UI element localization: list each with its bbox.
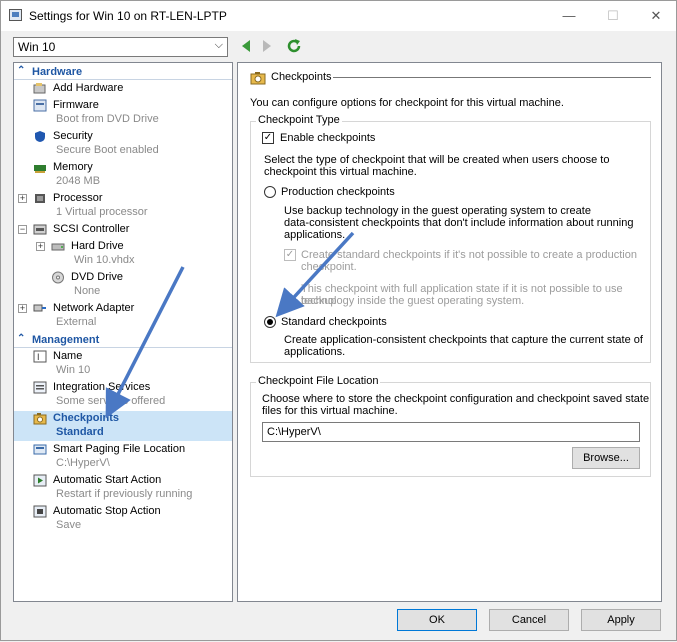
close-button[interactable]: ✕ xyxy=(641,5,671,27)
checkpoint-path-input[interactable]: C:\HyperV\ xyxy=(262,422,640,442)
tree-item-dvd-drive[interactable]: DVD Drive None xyxy=(14,270,232,300)
standard-checkpoints-radio[interactable] xyxy=(264,316,276,328)
vm-selector-value: Win 10 xyxy=(18,40,56,54)
network-adapter-icon xyxy=(33,304,46,312)
checkpoint-file-location-group-label: Checkpoint File Location xyxy=(256,375,381,387)
file-location-description-line-2: files for this virtual machine. xyxy=(262,405,398,417)
standard-checkpoints-description-line-1: Create application-consistent checkpoint… xyxy=(284,334,643,346)
enable-checkpoints-checkbox[interactable]: ✓ xyxy=(262,132,274,144)
window-title: Settings for Win 10 on RT-LEN-LPTP xyxy=(29,9,227,23)
management-section-header[interactable]: ⌃ Management xyxy=(14,333,232,348)
expand-icon[interactable]: + xyxy=(36,242,45,251)
checkpoints-settings-panel: Checkpoints You can configure options fo… xyxy=(237,62,662,602)
expand-icon[interactable]: + xyxy=(18,304,27,313)
panel-intro-text: You can configure options for checkpoint… xyxy=(250,97,564,109)
tree-item-checkpoints[interactable]: Checkpoints Standard xyxy=(14,411,232,441)
settings-window: Settings for Win 10 on RT-LEN-LPTP — ☐ ✕… xyxy=(0,0,677,641)
hard-drive-icon xyxy=(51,243,65,251)
tree-item-automatic-stop-action[interactable]: Automatic Stop Action Save xyxy=(14,504,232,534)
tree-item-hard-drive[interactable]: + Hard Drive Win 10.vhdx xyxy=(14,239,232,269)
fallback-standard-label-line-2: checkpoint. xyxy=(301,261,357,273)
tree-item-name[interactable]: I Name Win 10 xyxy=(14,349,232,379)
back-arrow-icon[interactable] xyxy=(238,38,254,54)
checkpoint-type-instructions-line-2: checkpoint this virtual machine. xyxy=(264,166,417,178)
fallback-standard-checkbox[interactable]: ✓ xyxy=(284,249,296,261)
ok-button[interactable]: OK xyxy=(397,609,477,631)
tree-item-integration-services[interactable]: Integration Services Some services offer… xyxy=(14,380,232,410)
svg-text:I: I xyxy=(37,352,40,362)
checkpoint-camera-icon xyxy=(33,413,47,425)
production-checkpoints-description-line-1: Use backup technology in the guest opera… xyxy=(284,205,591,217)
cancel-button[interactable]: Cancel xyxy=(489,609,569,631)
checkpoint-type-instructions-line-1: Select the type of checkpoint that will … xyxy=(264,154,610,166)
title-bar: Settings for Win 10 on RT-LEN-LPTP — ☐ ✕ xyxy=(1,1,676,31)
fallback-standard-note-line-2: technology inside the guest operating sy… xyxy=(301,295,525,307)
panel-title: Checkpoints xyxy=(271,71,332,83)
scsi-controller-icon xyxy=(33,224,47,235)
vm-selector-dropdown[interactable]: Win 10 ⌵ xyxy=(13,37,228,57)
shield-icon xyxy=(35,131,45,142)
fallback-standard-label-line-1: Create standard checkpoints if it's not … xyxy=(301,249,637,261)
tree-item-memory[interactable]: Memory 2048 MB xyxy=(14,160,232,190)
production-checkpoints-description-line-3: applications. xyxy=(284,229,346,241)
production-checkpoints-description-line-2: data-consistent checkpoints that don't i… xyxy=(284,217,634,229)
firmware-icon xyxy=(33,99,47,112)
title-divider xyxy=(333,77,651,78)
tree-item-automatic-start-action[interactable]: Automatic Start Action Restart if previo… xyxy=(14,473,232,503)
maximize-button[interactable]: ☐ xyxy=(598,5,628,27)
tree-item-security[interactable]: Security Secure Boot enabled xyxy=(14,129,232,159)
settings-app-icon xyxy=(9,9,22,21)
smart-paging-icon xyxy=(33,444,47,455)
production-checkpoints-radio[interactable] xyxy=(264,186,276,198)
minimize-button[interactable]: — xyxy=(554,5,584,27)
collapse-chevron-icon: ⌃ xyxy=(17,65,26,76)
standard-checkpoints-label[interactable]: Standard checkpoints xyxy=(281,316,387,328)
tree-item-processor[interactable]: + Processor 1 Virtual processor xyxy=(14,191,232,221)
standard-checkpoints-description-line-2: applications. xyxy=(284,346,346,358)
automatic-start-icon xyxy=(33,474,47,487)
checkpoint-type-group-label: Checkpoint Type xyxy=(256,114,342,126)
integration-services-icon xyxy=(33,381,47,394)
processor-icon xyxy=(35,194,45,203)
settings-tree: ⌃ Hardware Add Hardware Firmware Boot fr… xyxy=(13,62,233,602)
dvd-drive-icon xyxy=(52,271,64,284)
tree-item-firmware[interactable]: Firmware Boot from DVD Drive xyxy=(14,98,232,128)
production-checkpoints-label[interactable]: Production checkpoints xyxy=(281,186,395,198)
enable-checkpoints-label[interactable]: Enable checkpoints xyxy=(280,132,375,144)
apply-button[interactable]: Apply xyxy=(581,609,661,631)
name-icon: I xyxy=(33,350,47,363)
memory-icon xyxy=(34,165,46,173)
chevron-down-icon: ⌵ xyxy=(214,39,223,51)
forward-arrow-icon[interactable] xyxy=(259,38,275,54)
tree-item-network-adapter[interactable]: + Network Adapter External xyxy=(14,301,232,331)
collapse-icon[interactable]: − xyxy=(18,225,27,234)
add-hardware-icon xyxy=(33,83,46,94)
checkpoint-camera-icon xyxy=(250,72,266,85)
browse-button[interactable]: Browse... xyxy=(572,447,640,469)
collapse-chevron-icon: ⌃ xyxy=(17,333,26,344)
tree-item-smart-paging[interactable]: Smart Paging File Location C:\HyperV\ xyxy=(14,442,232,472)
file-location-description-line-1: Choose where to store the checkpoint con… xyxy=(262,393,650,405)
refresh-icon[interactable] xyxy=(286,38,302,54)
hardware-section-header[interactable]: ⌃ Hardware xyxy=(14,65,232,80)
tree-item-scsi-controller[interactable]: − SCSI Controller xyxy=(14,222,232,238)
expand-icon[interactable]: + xyxy=(18,194,27,203)
automatic-stop-icon xyxy=(33,505,47,518)
